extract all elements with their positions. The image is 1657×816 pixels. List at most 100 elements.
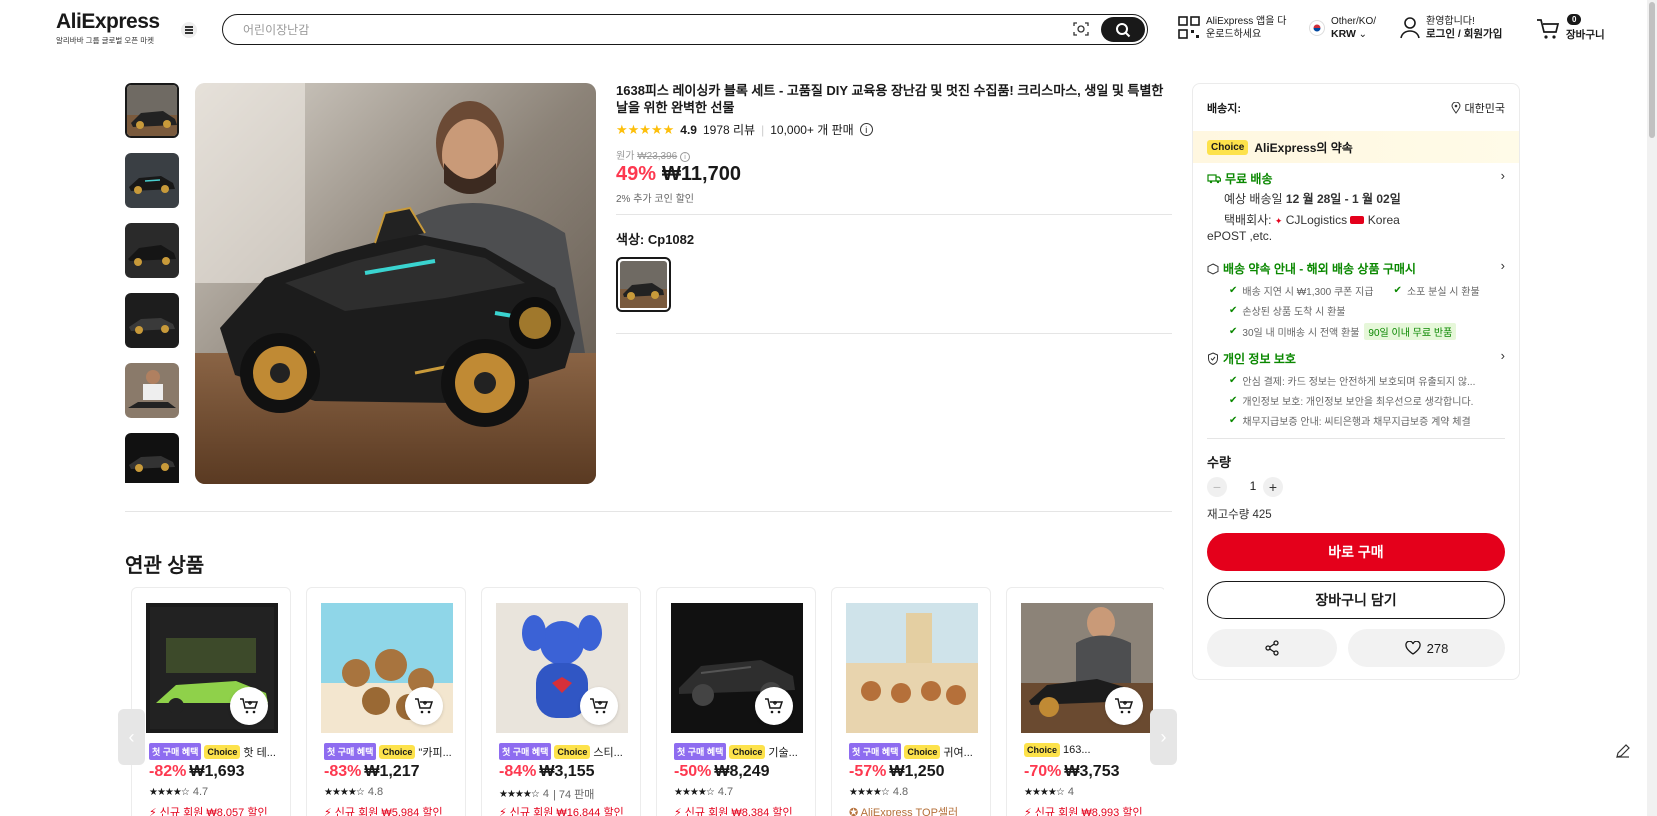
wishlist-button[interactable]: 278 bbox=[1348, 629, 1505, 667]
guarantee-item: ✔ 배송 지연 시 ₩1,300 쿠폰 지급 ✔ 소포 분실 시 환불 bbox=[1229, 285, 1480, 298]
menu-icon[interactable] bbox=[181, 22, 197, 38]
divider bbox=[1207, 438, 1505, 439]
search-input[interactable] bbox=[243, 21, 1023, 39]
product-card[interactable]: 첫 구매 혜택 Choice 귀여... -57% ₩1,250 ★★★★☆ 4.8 ✪… bbox=[831, 587, 991, 816]
add-to-cart-icon[interactable] bbox=[230, 687, 268, 725]
qr-code-icon bbox=[1178, 16, 1200, 39]
product-price: -50% ₩8,249 bbox=[674, 763, 770, 780]
quantity-label: 수량 bbox=[1207, 455, 1231, 470]
info-icon[interactable]: i bbox=[680, 152, 690, 162]
camera-search-icon[interactable] bbox=[1073, 21, 1089, 37]
add-to-cart-icon[interactable] bbox=[580, 687, 618, 725]
ship-to-location[interactable]: 대한민국 bbox=[1451, 100, 1505, 116]
add-to-cart-button[interactable]: 장바구니 담기 bbox=[1207, 581, 1505, 619]
original-price-value: ₩23,396 bbox=[637, 151, 678, 162]
shield-icon bbox=[1208, 352, 1218, 365]
first-purchase-tag: 첫 구매 혜택 bbox=[499, 743, 552, 760]
choice-tag: Choice bbox=[1024, 743, 1061, 757]
thumbnail-1[interactable] bbox=[125, 83, 179, 138]
thumbnail-5[interactable] bbox=[125, 363, 179, 418]
product-card[interactable]: 첫 구매 혜택 Choice "카피... -83% ₩1,217 ★★★★☆ 4.8 … bbox=[306, 587, 466, 816]
chevron-right-icon[interactable]: › bbox=[1501, 168, 1505, 183]
choice-tag: Choice bbox=[204, 744, 241, 759]
privacy-item: ✔ 개인정보 보호: 개인정보 보안을 최우선으로 생각합니다. bbox=[1229, 395, 1474, 408]
product-card[interactable]: Choice 163... -70% ₩3,753 ★★★★☆ 4 ⚡ 신규 회원 ₩… bbox=[1006, 587, 1164, 816]
choice-tag: Choice bbox=[554, 744, 591, 759]
thumbnail-2[interactable] bbox=[125, 153, 179, 208]
locale-selector[interactable]: Other/KO/KRW ⌄ bbox=[1309, 15, 1376, 41]
thumbnail-6[interactable] bbox=[125, 433, 179, 483]
product-price: -84% ₩3,155 bbox=[499, 763, 595, 780]
price-value: ₩11,700 bbox=[662, 163, 741, 185]
carousel-next-button[interactable]: › bbox=[1150, 709, 1177, 765]
thumbnail-3[interactable] bbox=[125, 223, 179, 278]
search-button[interactable] bbox=[1101, 17, 1145, 42]
logo-subtitle: 알리바바 그룹 글로벌 오픈 마켓 bbox=[56, 36, 155, 45]
first-purchase-tag: 첫 구매 혜택 bbox=[674, 743, 727, 760]
product-rating: ★★★★☆ 4 | 74 판매 bbox=[499, 788, 595, 801]
product-card[interactable]: 첫 구매 혜택 Choice 기술... -50% ₩8,249 ★★★★☆ 4.7 ⚡… bbox=[656, 587, 816, 816]
delivery-guarantee-title[interactable]: 배송 약속 안내 - 해외 배송 상품 구매시 bbox=[1207, 260, 1416, 277]
color-option-cp1082[interactable] bbox=[616, 257, 671, 312]
star-rating-icon: ★★★★☆ bbox=[499, 788, 540, 800]
chevron-right-icon[interactable]: › bbox=[1501, 348, 1505, 363]
currency-label: KRW bbox=[1331, 28, 1356, 40]
star-rating-icon: ★★★★☆ bbox=[324, 786, 365, 798]
quantity-decrease-button[interactable]: − bbox=[1207, 477, 1227, 497]
quantity-increase-button[interactable]: + bbox=[1263, 477, 1283, 497]
main-product-image[interactable] bbox=[195, 83, 596, 484]
check-icon: ✔ bbox=[1229, 395, 1238, 406]
estimated-delivery: 예상 배송일 12 월 28일 - 1 월 02일 bbox=[1224, 192, 1401, 206]
user-icon bbox=[1400, 17, 1420, 39]
add-to-cart-icon[interactable] bbox=[755, 687, 793, 725]
quantity-value[interactable]: 1 bbox=[1243, 479, 1263, 493]
sale-price: 49% ₩11,700 bbox=[616, 163, 741, 186]
heart-icon bbox=[1404, 641, 1421, 655]
product-price: -82% ₩1,693 bbox=[149, 763, 245, 780]
login-signup-link[interactable]: 로그인 / 회원가입 bbox=[1426, 28, 1502, 40]
thumbnail-4[interactable] bbox=[125, 293, 179, 348]
locale-line1: Other/KO/ bbox=[1331, 16, 1377, 27]
check-icon: ✔ bbox=[1229, 375, 1238, 386]
feedback-edit-icon[interactable] bbox=[1611, 739, 1635, 763]
carrier-line: 택배회사: ✦ CJLogistics Korea bbox=[1224, 213, 1400, 227]
first-purchase-tag: 첫 구매 혜택 bbox=[849, 743, 902, 760]
check-icon: ✔ bbox=[1229, 285, 1238, 296]
add-to-cart-icon[interactable] bbox=[1105, 687, 1143, 725]
privacy-title[interactable]: 개인 정보 보호 bbox=[1207, 350, 1296, 367]
divider bbox=[616, 333, 1172, 334]
info-icon[interactable]: i bbox=[859, 123, 873, 136]
free-shipping-title[interactable]: 무료 배송 bbox=[1207, 170, 1273, 187]
choice-tag: Choice bbox=[729, 744, 766, 759]
page-scrollbar[interactable] bbox=[1647, 0, 1657, 816]
product-rating: ★★★★☆ 4 bbox=[1024, 786, 1074, 798]
location-pin-icon bbox=[1451, 102, 1461, 114]
thumbnail-list bbox=[125, 83, 181, 483]
product-price: -83% ₩1,217 bbox=[324, 763, 420, 780]
account-menu[interactable]: 환영합니다! 로그인 / 회원가입 bbox=[1400, 15, 1502, 41]
check-icon: ✔ bbox=[1229, 326, 1238, 337]
privacy-item: ✔ 채무지급보증 안내: 씨티은행과 채무지급보증 계약 체결 bbox=[1229, 415, 1471, 428]
promo-text: ⚡ 신규 회원 ₩5,984 할인 bbox=[324, 807, 443, 816]
product-card[interactable]: 첫 구매 혜택 Choice 스티... -84% ₩3,155 ★★★★☆ 4 | 74… bbox=[481, 587, 641, 816]
add-to-cart-icon[interactable] bbox=[405, 687, 443, 725]
review-count[interactable]: 1978 리뷰 bbox=[703, 121, 755, 138]
coin-discount-note: 2% 추가 코인 할인 bbox=[616, 194, 694, 205]
chevron-right-icon[interactable]: › bbox=[1501, 258, 1505, 273]
rating-value: 4.9 bbox=[680, 122, 697, 137]
search-bar bbox=[222, 14, 1148, 45]
promo-text: ⚡ 신규 회원 ₩16,844 할인 bbox=[499, 807, 624, 816]
product-name: 귀여... bbox=[943, 746, 973, 759]
aliexpress-logo[interactable]: AliExpress 알리바바 그룹 글로벌 오픈 마켓 bbox=[56, 10, 166, 46]
app-download[interactable]: AliExpress 앱을 다 운로드하세요 bbox=[1178, 15, 1286, 41]
promise-label: AliExpress의 약속 bbox=[1254, 140, 1353, 155]
related-products-carousel: 첫 구매 혜택 Choice 핫 테... -82% ₩1,693 ★★★★☆ 4.7 … bbox=[131, 587, 1164, 816]
scrollbar-thumb[interactable] bbox=[1649, 2, 1655, 138]
share-button[interactable] bbox=[1207, 629, 1337, 667]
carousel-prev-button[interactable]: ‹ bbox=[118, 709, 145, 765]
choice-tag: Choice bbox=[379, 744, 416, 759]
product-card[interactable]: 첫 구매 혜택 Choice 핫 테... -82% ₩1,693 ★★★★☆ 4.7 … bbox=[131, 587, 291, 816]
promo-text: ⚡ 신규 회원 ₩8,057 할인 bbox=[149, 807, 268, 816]
buy-now-button[interactable]: 바로 구매 bbox=[1207, 533, 1505, 571]
product-name: 핫 테... bbox=[243, 746, 276, 759]
